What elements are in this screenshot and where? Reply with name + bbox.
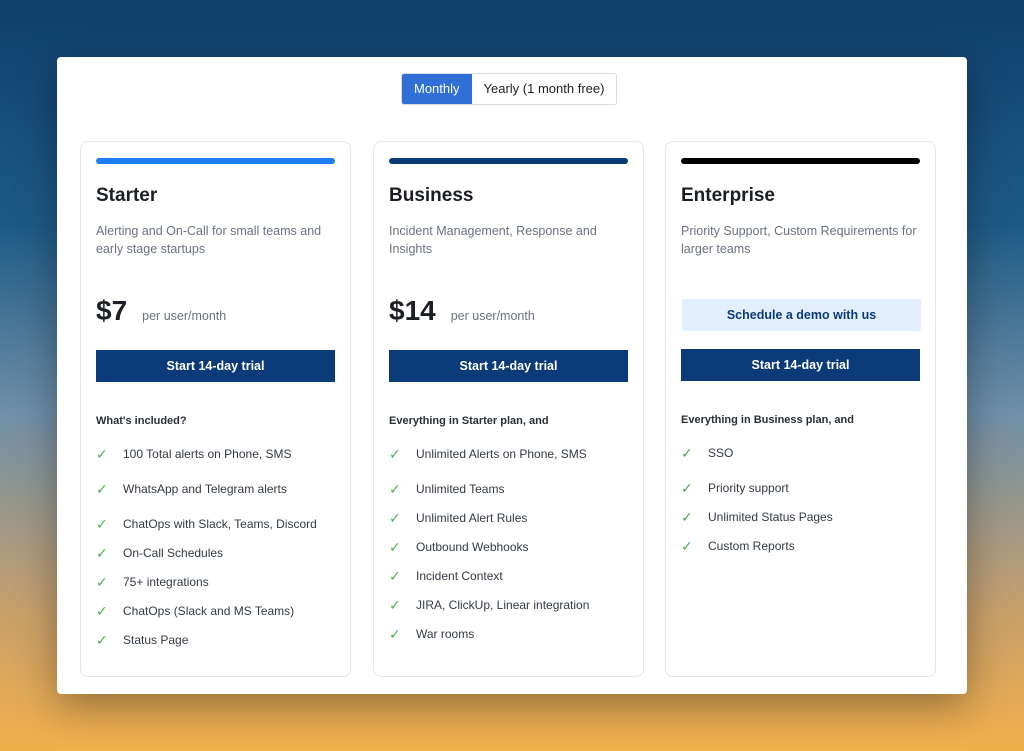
- feature-item: ✓ Unlimited Alerts on Phone, SMS: [389, 446, 587, 462]
- features-heading: What's included?: [96, 415, 187, 427]
- feature-item: ✓ Unlimited Status Pages: [681, 509, 833, 525]
- feature-item: ✓ ChatOps (Slack and MS Teams): [96, 603, 295, 619]
- plan-description: Priority Support, Custom Requirements fo…: [681, 224, 917, 256]
- price-unit: per user/month: [142, 309, 227, 323]
- check-icon: ✓: [96, 603, 108, 619]
- check-icon: ✓: [681, 445, 693, 461]
- plan-title: Starter: [96, 185, 158, 206]
- feature-item: ✓ Unlimited Alert Rules: [389, 510, 528, 526]
- plan-card-enterprise: Enterprise Priority Support, Custom Requ…: [665, 141, 936, 677]
- check-icon: ✓: [681, 538, 693, 554]
- start-trial-button[interactable]: Start 14-day trial: [681, 349, 920, 381]
- check-icon: ✓: [389, 626, 401, 642]
- plan-card-business: Business Incident Management, Response a…: [373, 141, 644, 677]
- check-icon: ✓: [681, 480, 693, 496]
- check-icon: ✓: [96, 516, 108, 532]
- check-icon: ✓: [96, 632, 108, 648]
- feature-item: ✓ Status Page: [96, 632, 189, 648]
- check-icon: ✓: [389, 568, 401, 584]
- feature-item: ✓ SSO: [681, 445, 734, 461]
- plan-accent-bar: [681, 158, 920, 164]
- plan-price: $14: [389, 295, 436, 326]
- feature-item: ✓ Priority support: [681, 480, 789, 496]
- billing-yearly-button[interactable]: Yearly (1 month free): [471, 74, 617, 104]
- pricing-panel: Monthly Yearly (1 month free) Starter Al…: [57, 57, 967, 694]
- check-icon: ✓: [389, 539, 401, 555]
- feature-item: ✓ Outbound Webhooks: [389, 539, 529, 555]
- check-icon: ✓: [96, 545, 108, 561]
- start-trial-button[interactable]: Start 14-day trial: [96, 350, 335, 382]
- plan-description: Incident Management, Response and Insigh…: [389, 224, 597, 256]
- feature-item: ✓ On-Call Schedules: [96, 545, 224, 561]
- price-row: $7 per user/month: [96, 295, 226, 327]
- check-icon: ✓: [389, 510, 401, 526]
- schedule-demo-button[interactable]: Schedule a demo with us: [682, 299, 921, 331]
- plan-accent-bar: [389, 158, 628, 164]
- feature-item: ✓ Incident Context: [389, 568, 503, 584]
- plan-price: $7: [96, 295, 128, 326]
- check-icon: ✓: [389, 481, 401, 497]
- billing-toggle: Monthly Yearly (1 month free): [401, 73, 618, 105]
- plan-title: Business: [389, 185, 474, 206]
- feature-item: ✓ Custom Reports: [681, 538, 795, 554]
- feature-item: ✓ War rooms: [389, 626, 475, 642]
- check-icon: ✓: [96, 481, 108, 497]
- features-heading: Everything in Starter plan, and: [389, 415, 549, 427]
- plan-card-starter: Starter Alerting and On-Call for small t…: [80, 141, 351, 677]
- check-icon: ✓: [389, 446, 401, 462]
- check-icon: ✓: [96, 574, 108, 590]
- feature-item: ✓ JIRA, ClickUp, Linear integration: [389, 597, 590, 613]
- features-heading: Everything in Business plan, and: [681, 414, 854, 426]
- feature-item: ✓ ChatOps with Slack, Teams, Discord: [96, 516, 317, 532]
- check-icon: ✓: [681, 509, 693, 525]
- check-icon: ✓: [389, 597, 401, 613]
- plan-description: Alerting and On-Call for small teams and…: [96, 224, 322, 256]
- plan-accent-bar: [96, 158, 335, 164]
- feature-item: ✓ 75+ integrations: [96, 574, 209, 590]
- check-icon: ✓: [96, 446, 108, 462]
- price-unit: per user/month: [450, 309, 535, 323]
- price-row: $14 per user/month: [389, 295, 535, 327]
- feature-item: ✓ WhatsApp and Telegram alerts: [96, 481, 287, 497]
- start-trial-button[interactable]: Start 14-day trial: [389, 350, 628, 382]
- plan-title: Enterprise: [681, 185, 775, 206]
- feature-item: ✓ Unlimited Teams: [389, 481, 505, 497]
- feature-item: ✓ 100 Total alerts on Phone, SMS: [96, 446, 292, 462]
- billing-monthly-button[interactable]: Monthly: [402, 74, 472, 104]
